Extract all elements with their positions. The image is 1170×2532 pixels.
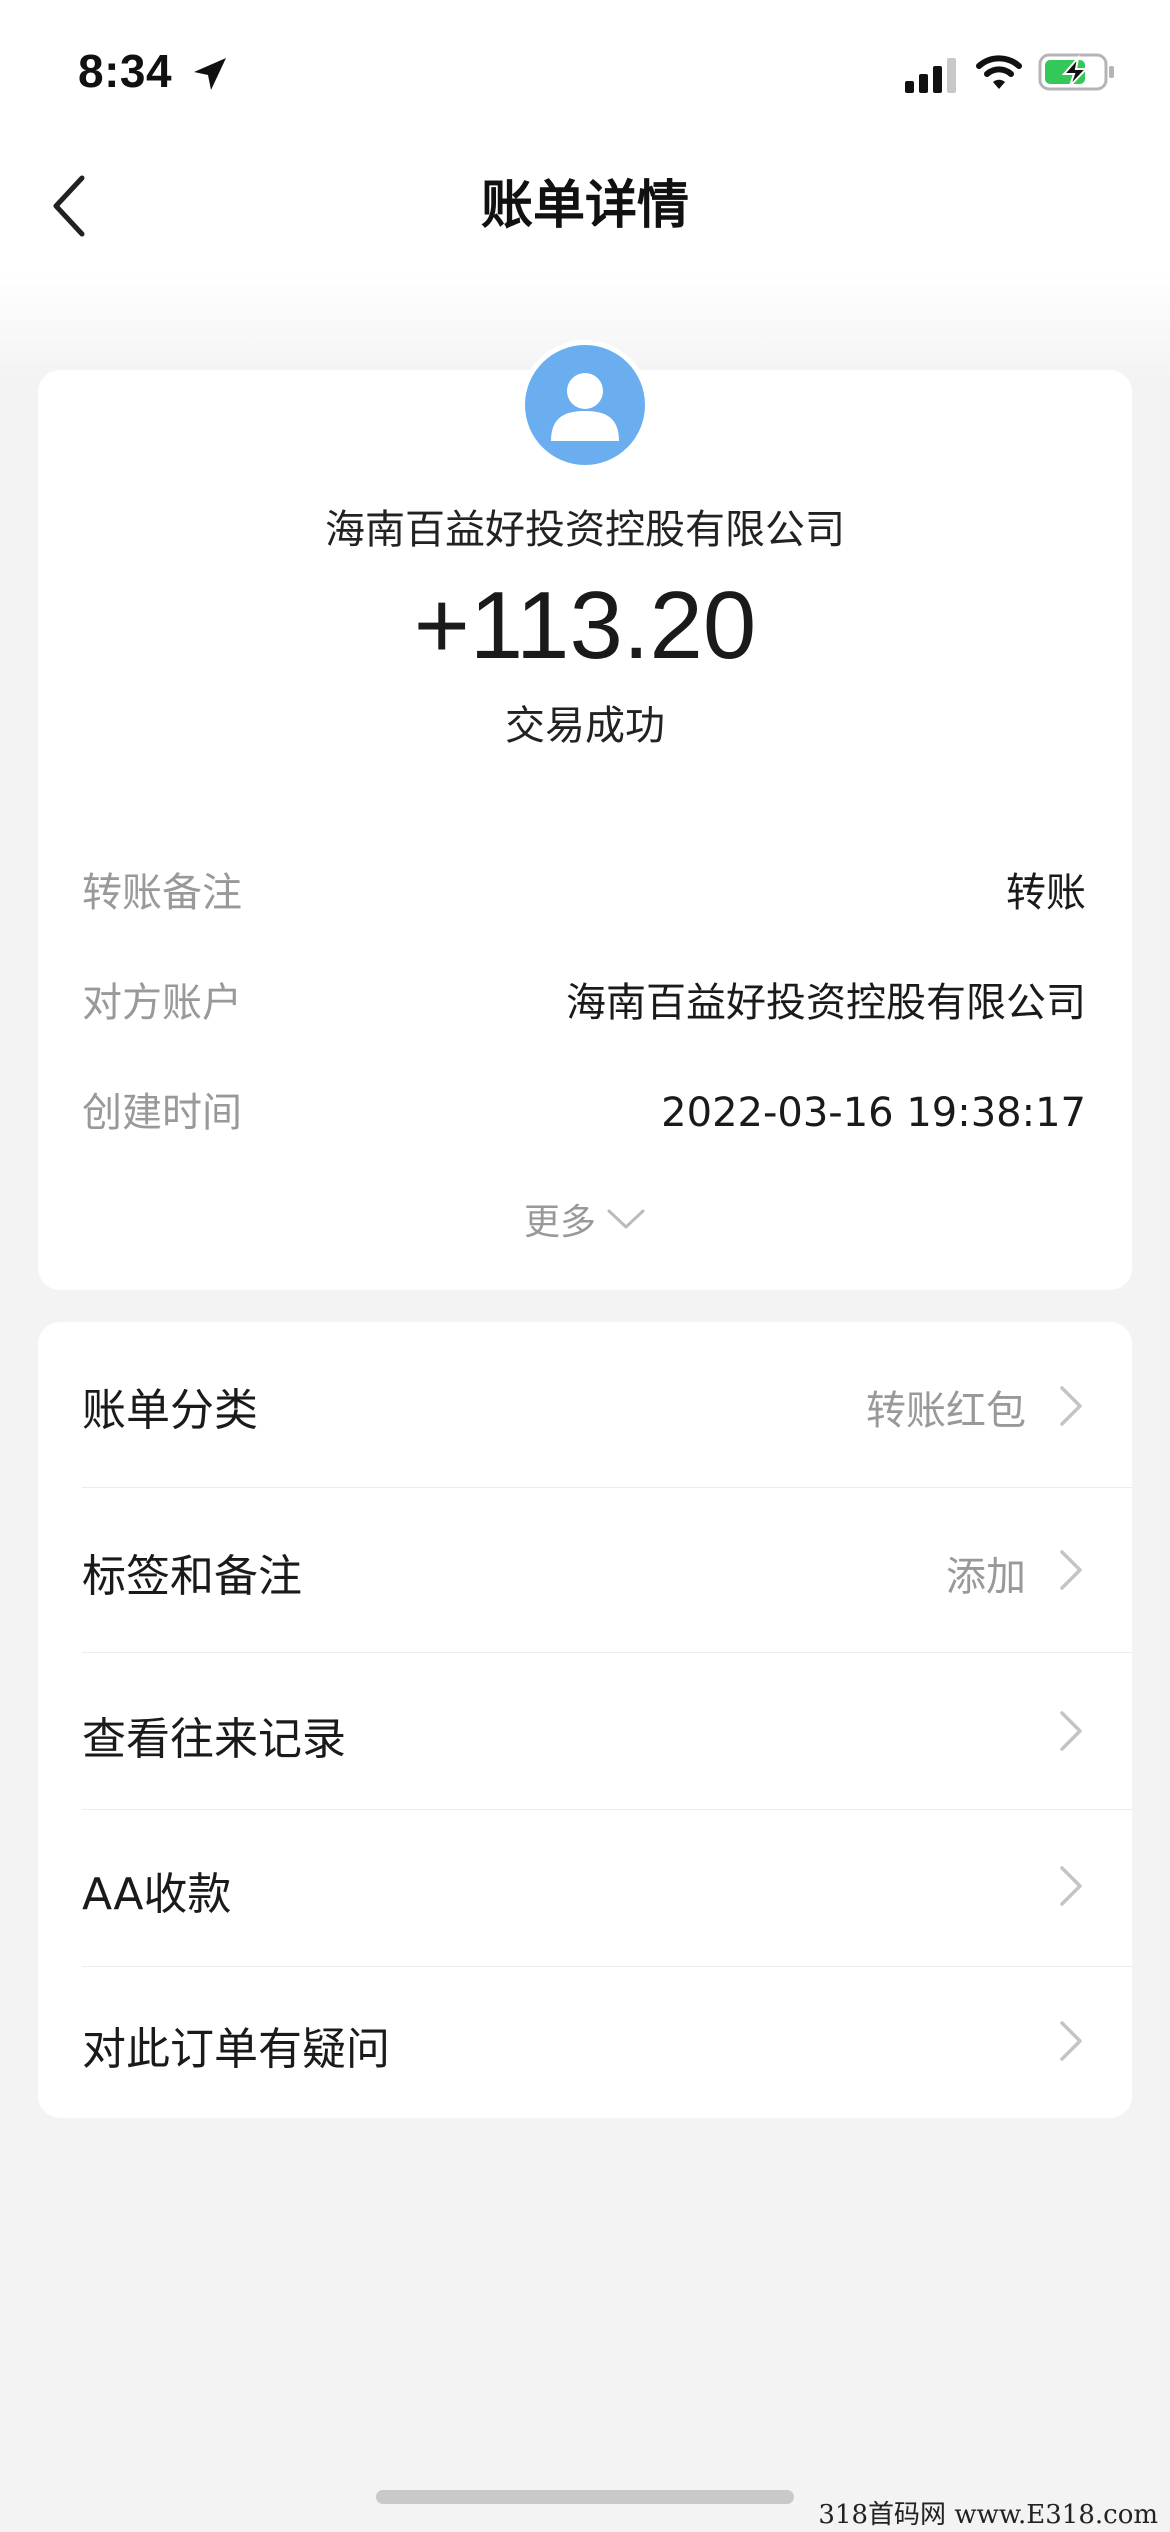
menu-item-history[interactable]: 查看往来记录: [38, 1653, 1132, 1809]
detail-row-created-time: 创建时间 2022-03-16 19:38:17: [82, 1078, 1086, 1148]
cellular-signal-icon: [905, 58, 956, 93]
menu-item-order-question[interactable]: 对此订单有疑问: [38, 1967, 1132, 2117]
detail-label: 创建时间: [82, 1090, 242, 1136]
detail-row-remark: 转账备注 转账: [82, 858, 1086, 928]
detail-label: 对方账户: [82, 980, 242, 1026]
menu-item-aa-collection[interactable]: AA收款: [38, 1810, 1132, 1966]
chevron-right-icon: [1060, 1711, 1082, 1751]
detail-value: 海南百益好投资控股有限公司: [566, 980, 1086, 1026]
detail-label: 转账备注: [82, 870, 242, 916]
detail-row-counterparty: 对方账户 海南百益好投资控股有限公司: [82, 968, 1086, 1038]
status-bar: 8:34: [0, 0, 1170, 140]
chevron-right-icon: [1060, 1386, 1082, 1426]
menu-label: 对此订单有疑问: [82, 2024, 390, 2075]
menu-label: 查看往来记录: [82, 1714, 346, 1765]
menu-item-bill-category[interactable]: 账单分类 转账红包: [38, 1322, 1132, 1488]
wifi-icon: [976, 55, 1022, 89]
menu-label: 标签和备注: [82, 1551, 302, 1602]
transaction-status: 交易成功: [505, 703, 665, 749]
menu-label: AA收款: [82, 1869, 232, 1920]
menu-label: 账单分类: [82, 1385, 258, 1436]
detail-value: 转账: [1006, 870, 1086, 916]
page-title: 账单详情: [480, 176, 689, 236]
payee-name: 海南百益好投资控股有限公司: [325, 507, 845, 553]
menu-value: 转账红包: [866, 1388, 1026, 1434]
chevron-right-icon: [1060, 2021, 1082, 2061]
user-avatar-icon: [525, 345, 645, 465]
avatar: [520, 340, 650, 470]
detail-value: 2022-03-16 19:38:17: [661, 1090, 1086, 1136]
chevron-right-icon: [1060, 1866, 1082, 1906]
chevron-right-icon: [1060, 1550, 1082, 1590]
watermark-text: 318首码网 www.E318.com: [818, 2500, 1158, 2530]
chevron-down-icon: [607, 1209, 645, 1229]
location-arrow-icon: [194, 58, 226, 90]
home-indicator: [376, 2490, 794, 2504]
status-time: 8:34: [78, 45, 173, 97]
more-label: 更多: [523, 1202, 596, 1243]
transaction-amount: +113.20: [413, 572, 757, 679]
menu-value: 添加: [946, 1554, 1026, 1600]
more-details-button[interactable]: 更多: [500, 1186, 670, 1252]
menu-item-tags-notes[interactable]: 标签和备注 添加: [38, 1488, 1132, 1652]
battery-charging-icon: [1038, 53, 1114, 91]
